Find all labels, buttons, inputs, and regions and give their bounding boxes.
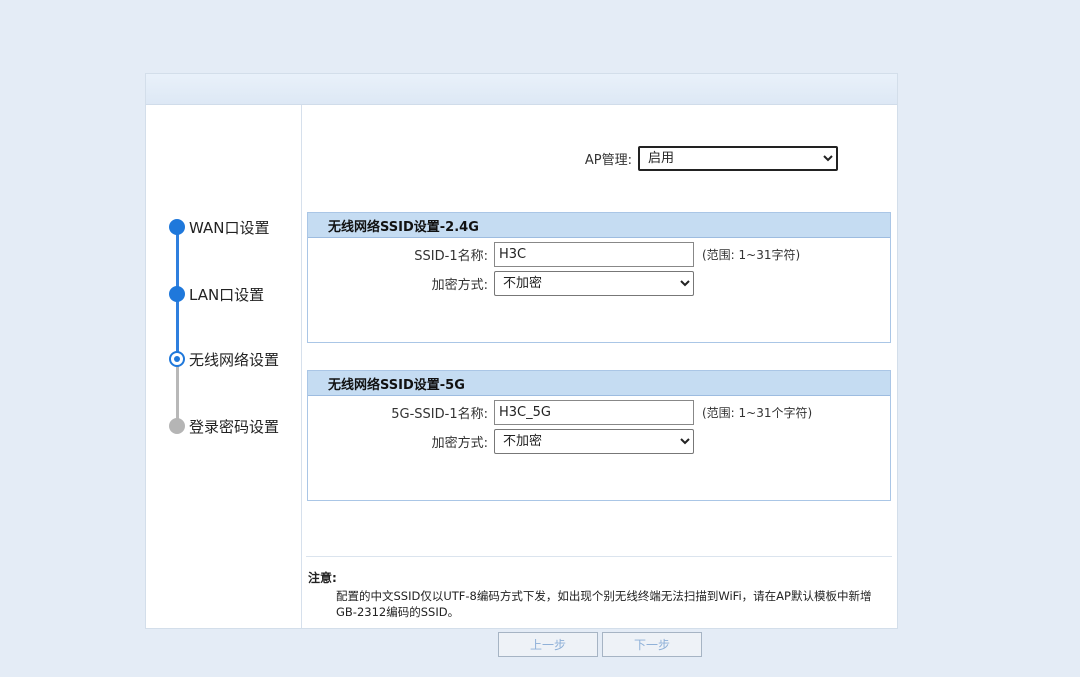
wizard-steps-sidebar: WAN口设置 LAN口设置 无线网络设置 登录密码设置 bbox=[146, 105, 302, 628]
ap-management-row: AP管理: 启用 bbox=[306, 146, 838, 171]
note-text: 配置的中文SSID仅以UTF-8编码方式下发，如出现个别无线终端无法扫描到WiF… bbox=[336, 589, 872, 619]
encryption-5g-label: 加密方式: bbox=[431, 436, 488, 451]
ssid-5g-range-hint: (范围: 1~31个字符) bbox=[702, 406, 813, 420]
encryption-select[interactable]: 不加密 bbox=[494, 271, 694, 296]
ap-management-label: AP管理: bbox=[584, 153, 632, 168]
step-current-dot-icon bbox=[169, 351, 185, 367]
wizard-content: AP管理: 启用 无线网络SSID设置-2.4G SSID-1名称: (范围: … bbox=[306, 105, 896, 657]
step-wan-settings[interactable]: WAN口设置 bbox=[169, 217, 270, 237]
ssid-section-5g: 无线网络SSID设置-5G 5G-SSID-1名称: (范围: 1~31个字符)… bbox=[307, 370, 891, 501]
ssid-name-row: SSID-1名称: (范围: 1~31字符) bbox=[308, 242, 800, 267]
step-lan-settings[interactable]: LAN口设置 bbox=[169, 284, 264, 304]
step-done-dot-icon bbox=[169, 219, 185, 235]
note-title: 注意: bbox=[308, 571, 337, 585]
section-title: 无线网络SSID设置-5G bbox=[308, 371, 890, 396]
step-wireless-settings[interactable]: 无线网络设置 bbox=[169, 349, 279, 369]
step-label: 登录密码设置 bbox=[189, 417, 280, 436]
setup-wizard-panel: WAN口设置 LAN口设置 无线网络设置 登录密码设置 AP管理: 启用 无线网… bbox=[145, 73, 898, 657]
panel-header bbox=[146, 74, 897, 105]
step-done-dot-icon bbox=[169, 286, 185, 302]
step-login-password[interactable]: 登录密码设置 bbox=[169, 416, 279, 436]
step-label: WAN口设置 bbox=[189, 218, 270, 237]
ssid-5g-name-row: 5G-SSID-1名称: (范围: 1~31个字符) bbox=[308, 400, 812, 425]
encryption-row: 加密方式: 不加密 bbox=[308, 271, 694, 296]
section-title: 无线网络SSID设置-2.4G bbox=[308, 213, 890, 238]
ssid-name-input[interactable] bbox=[494, 242, 694, 267]
step-label: 无线网络设置 bbox=[189, 350, 280, 369]
ssid-5g-name-label: 5G-SSID-1名称: bbox=[391, 407, 488, 422]
encryption-5g-select[interactable]: 不加密 bbox=[494, 429, 694, 454]
ssid-5g-name-input[interactable] bbox=[494, 400, 694, 425]
encryption-5g-row: 加密方式: 不加密 bbox=[308, 429, 694, 454]
encryption-label: 加密方式: bbox=[431, 278, 488, 293]
ssid-section-2-4g: 无线网络SSID设置-2.4G SSID-1名称: (范围: 1~31字符) 加… bbox=[307, 212, 891, 343]
ap-management-select[interactable]: 启用 bbox=[638, 146, 838, 171]
note-divider bbox=[306, 556, 892, 557]
ssid-name-label: SSID-1名称: bbox=[414, 249, 488, 264]
ssid-range-hint: (范围: 1~31字符) bbox=[702, 248, 801, 262]
step-label: LAN口设置 bbox=[189, 285, 265, 304]
step-todo-dot-icon bbox=[169, 418, 185, 434]
prev-step-button[interactable]: 上一步 bbox=[498, 632, 598, 657]
next-step-button[interactable]: 下一步 bbox=[602, 632, 702, 657]
